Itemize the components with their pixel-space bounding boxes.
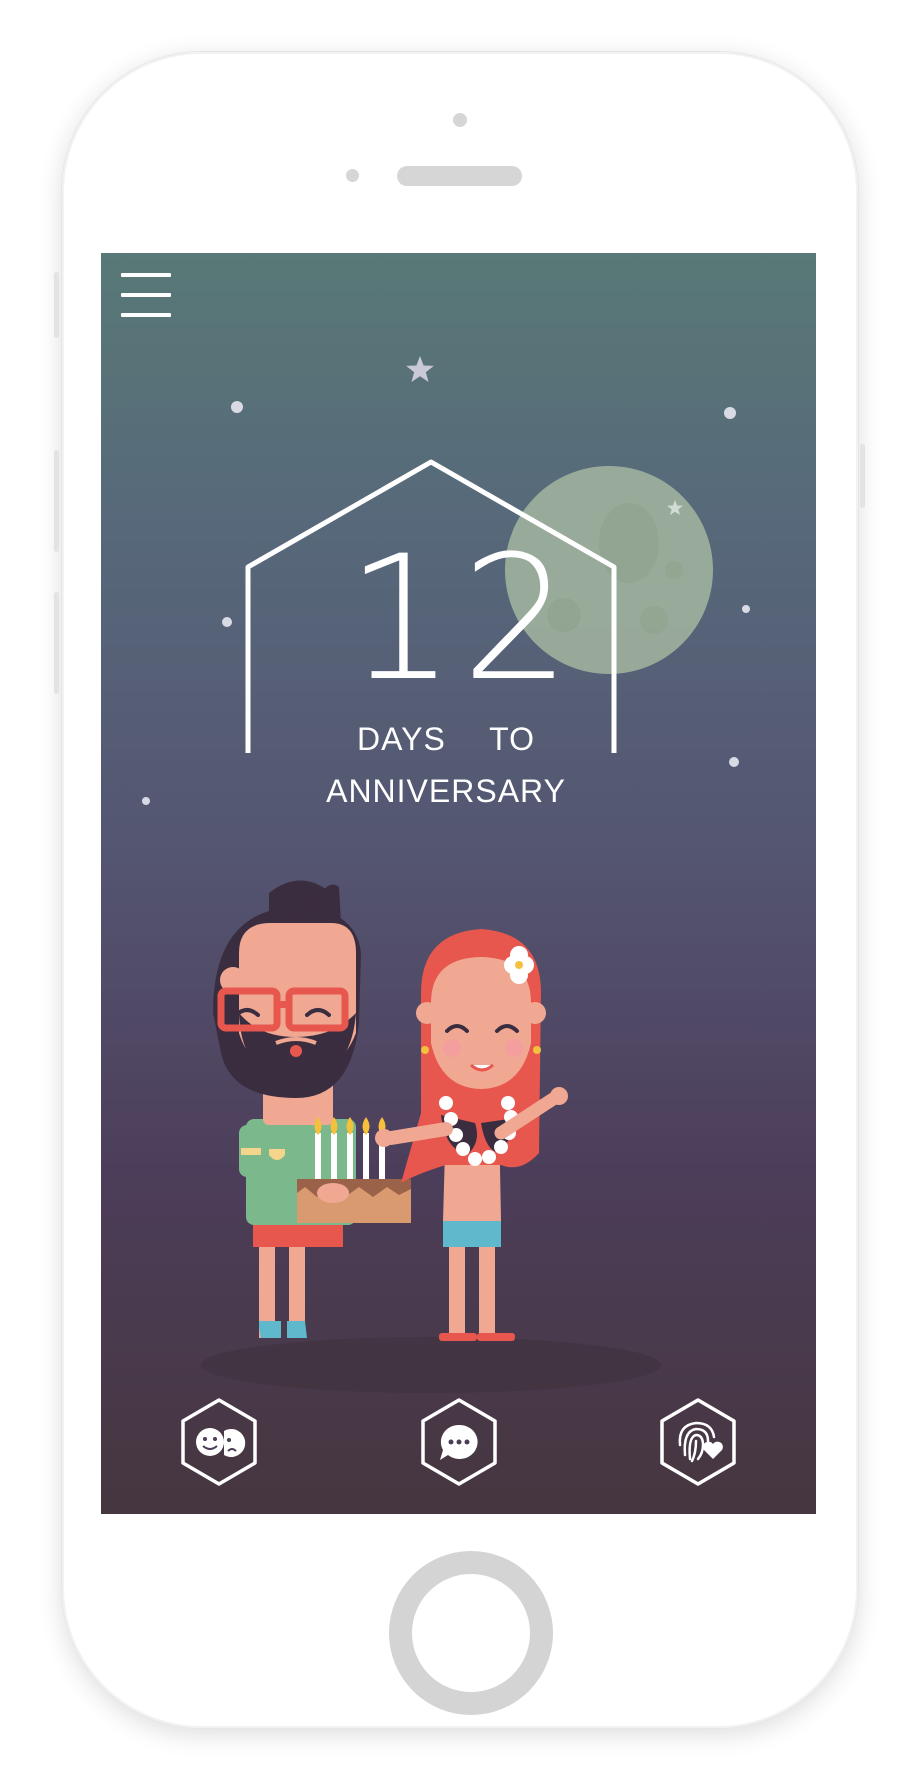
volume-up-button xyxy=(54,450,59,552)
man-character xyxy=(213,880,411,1338)
home-button[interactable] xyxy=(389,1551,553,1715)
woman-character xyxy=(375,929,568,1341)
app-screen: 12 DAYS TO ANNIVERSARY xyxy=(101,253,816,1514)
couple-illustration xyxy=(201,880,661,1393)
nav-fingerprint-button[interactable] xyxy=(658,1397,738,1487)
proximity-sensor xyxy=(346,169,359,182)
power-button xyxy=(860,444,865,508)
emoji-faces-icon xyxy=(181,1398,257,1486)
nav-moods-button[interactable] xyxy=(179,1397,259,1487)
nav-chat-button[interactable] xyxy=(419,1397,499,1487)
ground-shadow xyxy=(201,1337,661,1393)
front-camera xyxy=(453,113,467,127)
chat-bubble-icon xyxy=(421,1398,497,1486)
mute-switch xyxy=(54,272,59,338)
fingerprint-heart-icon xyxy=(660,1398,736,1486)
earpiece-speaker xyxy=(397,166,522,186)
volume-down-button xyxy=(54,592,59,694)
